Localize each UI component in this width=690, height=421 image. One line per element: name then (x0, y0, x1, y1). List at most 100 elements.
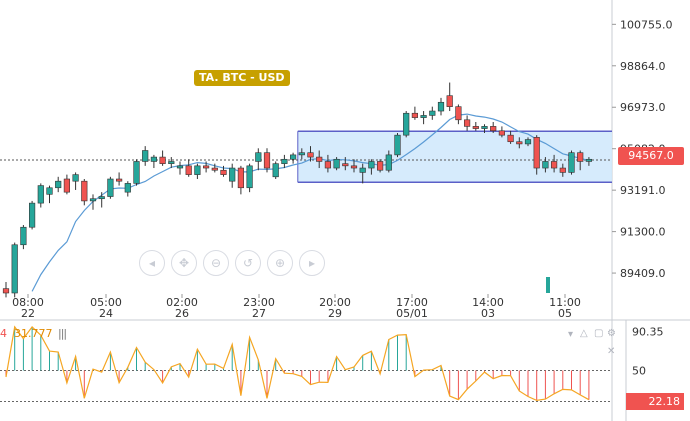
candle-body (516, 141, 523, 145)
candle-body (168, 161, 175, 164)
candle-body (150, 156, 158, 162)
candle-body (376, 161, 384, 171)
x-tick-date: 29 (328, 307, 342, 320)
candle-body (324, 161, 332, 169)
candle-body (385, 154, 392, 171)
close-icon[interactable]: ✕ (607, 346, 615, 357)
indicator-value: 31.777 (14, 327, 53, 340)
square-icon[interactable]: ▢ (594, 328, 603, 339)
osc-line (5, 325, 590, 402)
x-tick-date: 03 (481, 307, 495, 320)
candle-body (81, 180, 88, 202)
candle-body (568, 152, 575, 173)
candle-body (2, 288, 10, 294)
candle-body (133, 161, 140, 184)
candle-body (429, 110, 436, 116)
x-tick-date: 05 (558, 307, 572, 320)
indicator-marker: ||| (58, 327, 67, 340)
chart-stage[interactable]: 100755.098864.096973.095082.093191.09130… (0, 0, 690, 421)
candle-body (211, 167, 218, 171)
osc-level-label: 50 (632, 365, 646, 378)
y-tick-label: 98864.0 (620, 60, 666, 73)
candle-body (585, 158, 592, 162)
candle-body (176, 165, 184, 169)
candle-body (498, 130, 506, 136)
candle-body (533, 137, 540, 169)
candle-body (185, 165, 192, 175)
x-tick-date: 26 (175, 307, 189, 320)
candle-body (307, 152, 314, 158)
reset-icon[interactable]: ↺ (235, 250, 261, 276)
candle-body (98, 196, 105, 200)
arrow-right-icon[interactable]: ▸ (299, 250, 325, 276)
current-price-tag: 94567.0 (618, 147, 684, 165)
candle-body (463, 119, 471, 127)
candle-body (142, 150, 149, 162)
candle-body (281, 158, 288, 164)
candle-body (394, 134, 401, 156)
triangle-up-icon[interactable]: △ (580, 328, 588, 339)
candle-body (490, 126, 497, 132)
pan-icon[interactable]: ✥ (171, 250, 197, 276)
candle-body (63, 178, 70, 193)
x-tick-date: 22 (21, 307, 35, 320)
candle-body (116, 178, 123, 182)
gear-icon[interactable]: ⚙ (607, 328, 616, 339)
candle-body (37, 185, 44, 204)
candle-body (229, 167, 236, 182)
candle-body (272, 163, 279, 178)
candle-body (246, 165, 253, 189)
candle-body (194, 165, 201, 175)
candle-body (316, 156, 323, 162)
candle-body (333, 158, 340, 169)
candle-body (255, 152, 262, 162)
candle-body (507, 134, 514, 143)
candle-body (542, 161, 549, 169)
y-tick-label: 100755.0 (620, 18, 673, 31)
candle-body (289, 154, 297, 160)
candle-body (472, 126, 479, 129)
indicator-left-clip: 4 (0, 327, 7, 340)
osc-level-label: 90.35 (632, 325, 664, 338)
candle-body (437, 101, 445, 112)
candle-body (46, 187, 53, 195)
y-tick-label: 91300.0 (620, 226, 666, 239)
candle-body (159, 156, 166, 164)
symbol-label: TA. BTC - USD (194, 70, 290, 86)
y-tick-label: 96973.0 (620, 101, 666, 114)
candle-body (20, 226, 27, 246)
candle-body (89, 198, 97, 202)
x-tick-date: 05/01 (396, 307, 428, 320)
zoom-in-icon[interactable]: ⊕ (267, 250, 293, 276)
arrow-left-icon[interactable]: ◂ (139, 250, 165, 276)
candle-body (124, 183, 131, 193)
candle-body (368, 161, 375, 169)
candle-body (55, 180, 62, 189)
chevron-down-icon[interactable]: ▾ (568, 329, 573, 340)
candle-body (203, 165, 210, 169)
range-box (297, 131, 612, 183)
zoom-out-icon[interactable]: ⊖ (203, 250, 229, 276)
candle-body (481, 126, 488, 129)
candle-body (403, 112, 410, 136)
candle-body (220, 169, 227, 175)
candle-body (455, 106, 462, 121)
x-tick-date: 24 (99, 307, 113, 320)
candle-body (263, 152, 271, 169)
candle-body (350, 165, 358, 169)
y-tick-label: 93191.0 (620, 184, 666, 197)
y-tick-label: 89409.0 (620, 267, 666, 280)
candle-body (420, 115, 427, 118)
candle-body (524, 139, 532, 145)
oscillator-value-tag: 22.18 (626, 393, 684, 410)
candle-body (237, 167, 245, 189)
candle-body (107, 178, 114, 197)
candle-body (11, 244, 18, 294)
candle-body (559, 167, 566, 173)
candle-body (577, 152, 584, 162)
candle-body (342, 163, 349, 167)
candle-body (446, 95, 453, 107)
price-chart[interactable]: 100755.098864.096973.095082.093191.09130… (0, 0, 690, 421)
candle-body (411, 112, 419, 118)
candle-body (359, 167, 366, 173)
